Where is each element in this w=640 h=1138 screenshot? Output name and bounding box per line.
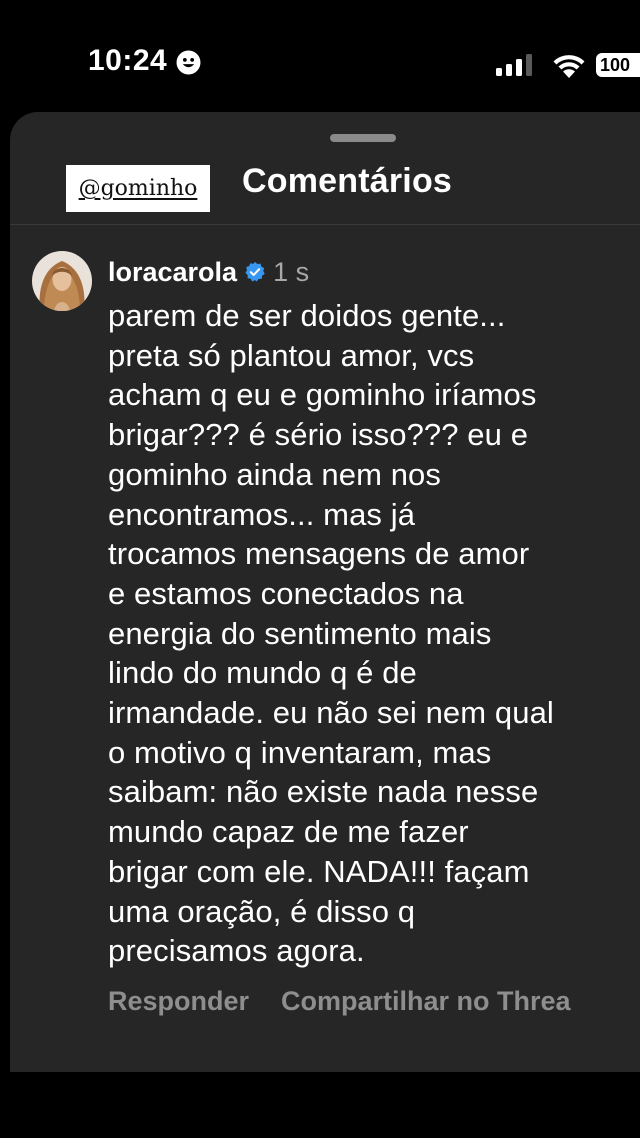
sheet-grabber-handle[interactable] (330, 134, 396, 142)
wifi-icon (553, 55, 585, 78)
status-bar: 10:24 100 (0, 0, 640, 110)
reply-button[interactable]: Responder (108, 986, 249, 1017)
comment-timestamp: 1 s (273, 256, 310, 287)
battery-level: 100 (600, 54, 631, 75)
status-time: 10:24 (88, 44, 201, 78)
signal-icon (496, 54, 532, 76)
bottom-area (0, 1072, 640, 1138)
avatar-image (32, 251, 92, 311)
header-divider (10, 224, 640, 225)
comment-actions: Responder Compartilhar no Threa (108, 986, 571, 1017)
comments-sheet: @gominho Comentários loracarola 1 s pare… (10, 112, 640, 1072)
sticker-username: @gominho (78, 176, 198, 201)
verified-badge-icon (245, 261, 265, 282)
comment-author[interactable]: loracarola (108, 257, 237, 288)
share-to-threads-button[interactable]: Compartilhar no Threa (281, 986, 571, 1017)
smiley-icon (176, 50, 201, 74)
comment-text: parem de ser doidos gente... preta só pl… (108, 298, 554, 969)
comment-header: loracarola 1 s (108, 255, 309, 289)
avatar[interactable] (32, 251, 92, 311)
username-sticker: @gominho (66, 165, 210, 212)
time-text: 10:24 (88, 44, 168, 77)
sheet-title: Comentários (242, 162, 453, 200)
screen: 10:24 100 @gominho Comentários loracarol… (0, 0, 640, 1138)
battery-icon: 100 (596, 53, 640, 77)
status-indicators: 100 (496, 50, 640, 80)
